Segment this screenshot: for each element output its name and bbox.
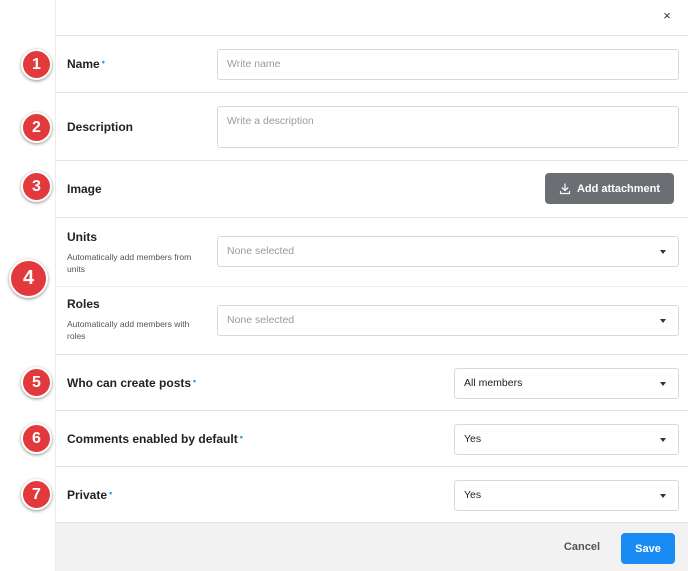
save-button[interactable]: Save bbox=[621, 533, 675, 564]
add-attachment-button[interactable]: Add attachment bbox=[545, 173, 674, 204]
roles-help-text: Automatically add members with roles bbox=[67, 319, 190, 341]
step-badge-6: 6 bbox=[21, 423, 52, 454]
who-can-post-label: Who can create posts • bbox=[67, 376, 197, 390]
comments-default-label: Comments enabled by default • bbox=[67, 432, 243, 446]
required-indicator: • bbox=[101, 57, 105, 67]
private-row: Private • Yes bbox=[56, 466, 688, 522]
modal-footer: Cancel Save bbox=[56, 522, 688, 571]
private-select[interactable]: Yes bbox=[454, 480, 679, 511]
units-select[interactable]: None selected bbox=[217, 236, 679, 267]
description-row: Description Write a description bbox=[56, 92, 688, 160]
description-textarea[interactable]: Write a description bbox=[217, 106, 679, 148]
step-badge-5: 5 bbox=[21, 367, 52, 398]
required-indicator: • bbox=[239, 432, 243, 442]
chevron-down-icon bbox=[660, 493, 666, 498]
chevron-down-icon bbox=[660, 249, 666, 254]
cancel-button[interactable]: Cancel bbox=[564, 541, 600, 553]
roles-select[interactable]: None selected bbox=[217, 305, 679, 336]
step-badge-7: 7 bbox=[21, 479, 52, 510]
required-indicator: • bbox=[193, 376, 197, 386]
step-badge-3: 3 bbox=[21, 171, 52, 202]
chevron-down-icon bbox=[660, 318, 666, 323]
step-badge-2: 2 bbox=[21, 112, 52, 143]
close-icon[interactable]: × bbox=[660, 9, 674, 23]
comments-default-select[interactable]: Yes bbox=[454, 424, 679, 455]
name-input[interactable]: Write name bbox=[217, 49, 679, 80]
add-attachment-label: Add attachment bbox=[576, 182, 661, 195]
image-label: Image bbox=[67, 182, 102, 196]
who-can-post-row: Who can create posts • All members bbox=[56, 354, 688, 410]
roles-label: Roles bbox=[67, 297, 100, 311]
description-label: Description bbox=[67, 120, 134, 134]
required-indicator: • bbox=[109, 488, 113, 498]
chevron-down-icon bbox=[660, 381, 666, 386]
units-row: Units Automatically add members from uni… bbox=[56, 217, 688, 286]
units-help-text: Automatically add members from units bbox=[67, 252, 192, 274]
roles-row: Roles Automatically add members with rol… bbox=[56, 286, 688, 354]
chevron-down-icon bbox=[660, 437, 666, 442]
step-badge-4: 4 bbox=[9, 259, 48, 298]
units-label: Units bbox=[67, 230, 97, 244]
private-label: Private • bbox=[67, 488, 113, 502]
download-icon bbox=[559, 182, 571, 194]
who-can-post-select[interactable]: All members bbox=[454, 368, 679, 399]
comments-default-row: Comments enabled by default • Yes bbox=[56, 410, 688, 466]
create-group-modal: × Name • Write name Description Write a d… bbox=[55, 0, 688, 571]
name-row: Name • Write name bbox=[56, 35, 688, 92]
name-label: Name • bbox=[67, 57, 105, 71]
step-badge-1: 1 bbox=[21, 49, 52, 80]
